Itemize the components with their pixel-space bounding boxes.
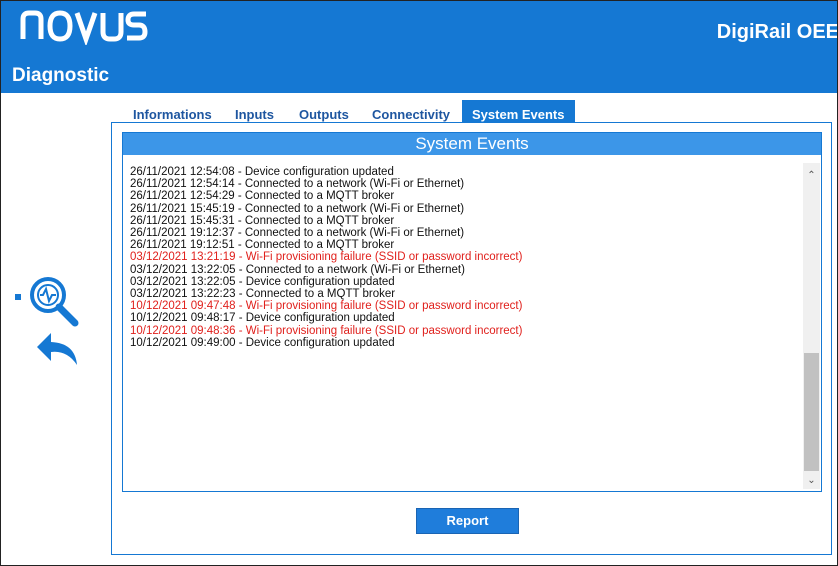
event-entry: 26/11/2021 12:54:08 - Device configurati… <box>130 166 394 178</box>
app-window: Diagnostic DigiRail OEE Informations Inp… <box>0 0 838 566</box>
event-entry: 03/12/2021 13:22:05 - Connected to a net… <box>130 263 465 276</box>
diagnostic-icon[interactable] <box>15 273 83 329</box>
chevron-down-icon[interactable]: ⌄ <box>803 472 820 489</box>
event-entry: 26/11/2021 15:45:31 - Connected to a MQT… <box>130 214 395 227</box>
scrollbar[interactable]: ⌃ ⌄ <box>803 163 820 489</box>
event-entry: 03/12/2021 13:22:23 - Connected to a MQT… <box>130 288 396 301</box>
tab-connectivity[interactable]: Connectivity <box>372 100 450 122</box>
tab-informations[interactable]: Informations <box>133 100 212 122</box>
event-entry: 10/12/2021 09:48:17 - Device configurati… <box>130 312 395 325</box>
novus-logo <box>19 5 149 54</box>
tab-inputs[interactable]: Inputs <box>235 100 274 122</box>
event-entry: 03/12/2021 13:21:19 - Wi-Fi provisioning… <box>130 251 523 264</box>
back-arrow-icon[interactable] <box>35 331 79 367</box>
page-subtitle: Diagnostic <box>12 65 110 86</box>
report-button[interactable]: Report <box>416 508 519 534</box>
event-entry: 03/12/2021 13:22:05 - Device configurati… <box>130 275 395 288</box>
events-list[interactable]: 26/11/2021 12:54:08 - Device configurati… <box>130 166 800 349</box>
event-entry: 10/12/2021 09:47:48 - Wi-Fi provisioning… <box>130 300 523 313</box>
system-events-box: System Events 26/11/2021 12:54:08 - Devi… <box>122 132 822 492</box>
event-entry: 26/11/2021 12:54:14 - Connected to a net… <box>130 178 465 191</box>
product-title: DigiRail OEE <box>716 21 838 43</box>
tab-system-events[interactable]: System Events <box>462 100 575 122</box>
event-entry: 26/11/2021 19:12:51 - Connected to a MQT… <box>130 239 395 252</box>
novus-logo-mark <box>20 10 148 47</box>
event-entry: 26/11/2021 19:12:37 - Connected to a net… <box>130 227 465 240</box>
event-entry: 26/11/2021 12:54:29 - Connected to a MQT… <box>130 190 395 203</box>
tab-outputs[interactable]: Outputs <box>299 100 349 122</box>
scrollbar-thumb[interactable] <box>804 353 819 471</box>
event-entry: 26/11/2021 15:45:19 - Connected to a net… <box>130 202 465 215</box>
chevron-up-icon[interactable]: ⌃ <box>803 167 820 184</box>
system-events-title: System Events <box>123 133 821 155</box>
event-entry: 10/12/2021 09:48:36 - Wi-Fi provisioning… <box>130 324 523 337</box>
header-bar: Diagnostic DigiRail OEE <box>1 1 838 93</box>
event-entry: 10/12/2021 09:49:00 - Device configurati… <box>130 336 395 349</box>
